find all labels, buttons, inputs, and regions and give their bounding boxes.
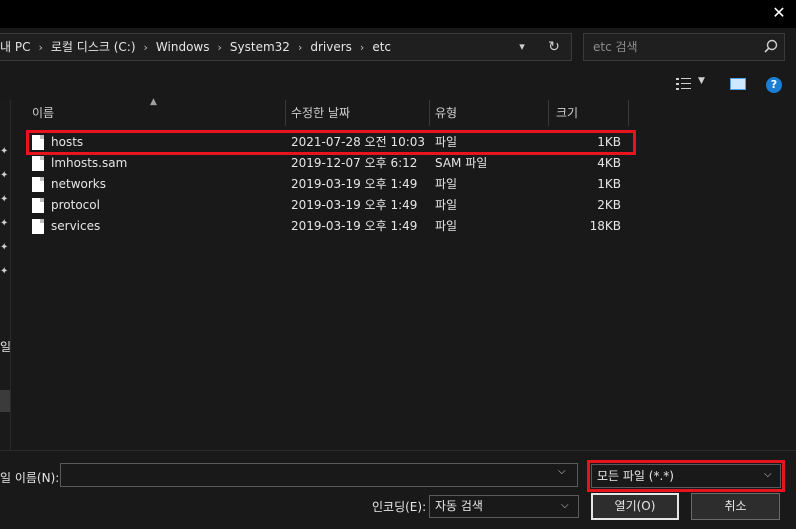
file-icon (32, 177, 44, 192)
column-divider[interactable] (548, 100, 549, 126)
file-type: 파일 (435, 198, 458, 212)
file-modified: 2019-03-19 오후 1:49 (291, 219, 418, 233)
file-type: SAM 파일 (435, 156, 488, 170)
file-size: 1KB (597, 177, 621, 191)
breadcrumb: 내 PC › 로컬 디스크 (C:) › Windows › System32 › driver… (0, 33, 391, 61)
title-bar (0, 0, 796, 28)
column-divider[interactable] (429, 100, 430, 126)
column-header-name[interactable]: 이름 (32, 100, 282, 126)
file-size: 4KB (597, 156, 621, 170)
file-type: 파일 (435, 177, 458, 191)
pin-icon: ✦ (0, 242, 9, 253)
file-icon (32, 156, 44, 171)
view-options-icon[interactable] (676, 77, 692, 91)
file-modified: 2021-07-28 오전 10:03 (291, 135, 426, 149)
column-header-modified[interactable]: 수정한 날짜 (291, 100, 426, 126)
preview-pane-icon[interactable] (730, 78, 746, 90)
close-icon[interactable]: ✕ (768, 2, 790, 24)
chevron-right-icon[interactable]: › (298, 41, 302, 54)
chevron-down-icon[interactable]: ⌵ (561, 500, 569, 511)
nav-item-partial-label[interactable]: 일 (0, 338, 11, 355)
file-name[interactable]: services (51, 216, 100, 237)
encoding-value: 자동 검색 (435, 499, 483, 513)
filename-field[interactable] (60, 463, 578, 487)
filter-highlight-box (587, 460, 785, 492)
help-icon[interactable]: ? (766, 77, 782, 93)
file-modified: 2019-03-19 오후 1:49 (291, 177, 418, 191)
column-header-size[interactable]: 크기 (556, 100, 626, 126)
file-modified: 2019-03-19 오후 1:49 (291, 198, 418, 212)
file-modified: 2019-12-07 오후 6:12 (291, 156, 418, 170)
file-icon (32, 135, 44, 150)
breadcrumb-item-this-pc[interactable]: 내 PC (0, 40, 30, 54)
file-size: 18KB (589, 219, 621, 233)
file-icon (32, 219, 44, 234)
pin-icon: ✦ (0, 218, 9, 229)
chevron-down-icon[interactable]: ▾ (512, 37, 532, 57)
file-size: 1KB (597, 135, 621, 149)
file-name[interactable]: protocol (51, 195, 100, 216)
chevron-right-icon[interactable]: › (218, 41, 222, 54)
cancel-button[interactable]: 취소 (691, 493, 780, 520)
pin-icon: ✦ (0, 146, 9, 157)
breadcrumb-item-system32[interactable]: System32 (230, 40, 290, 54)
pin-icon: ✦ (0, 170, 9, 181)
chevron-down-icon[interactable]: ▼ (698, 76, 705, 86)
pin-icon: ✦ (0, 194, 9, 205)
chevron-down-icon[interactable]: ⌵ (558, 466, 566, 477)
refresh-icon[interactable]: ↻ (543, 37, 565, 57)
breadcrumb-item-windows[interactable]: Windows (156, 40, 210, 54)
file-type: 파일 (435, 219, 458, 233)
file-name[interactable]: hosts (51, 132, 83, 153)
file-size: 2KB (597, 198, 621, 212)
column-divider[interactable] (285, 100, 286, 126)
breadcrumb-item-local-disk[interactable]: 로컬 디스크 (C:) (51, 40, 136, 54)
chevron-right-icon[interactable]: › (144, 41, 148, 54)
filename-label: 일 이름(N): (0, 471, 60, 485)
chevron-right-icon[interactable]: › (38, 41, 42, 54)
search-icon[interactable] (762, 38, 780, 56)
pin-icon: ✦ (0, 266, 9, 277)
file-name[interactable]: networks (51, 174, 106, 195)
breadcrumb-item-etc[interactable]: etc (372, 40, 391, 54)
chevron-right-icon[interactable]: › (360, 41, 364, 54)
file-type: 파일 (435, 135, 458, 149)
file-name[interactable]: lmhosts.sam (51, 153, 127, 174)
column-divider[interactable] (628, 100, 629, 126)
open-button[interactable]: 열기(O) (591, 493, 679, 520)
file-icon (32, 198, 44, 213)
breadcrumb-item-drivers[interactable]: drivers (310, 40, 352, 54)
search-placeholder: etc 검색 (593, 40, 638, 54)
column-header-type[interactable]: 유형 (435, 100, 545, 126)
encoding-label: 인코딩(E): (372, 500, 427, 514)
nav-scrollbar-thumb[interactable] (0, 390, 10, 412)
